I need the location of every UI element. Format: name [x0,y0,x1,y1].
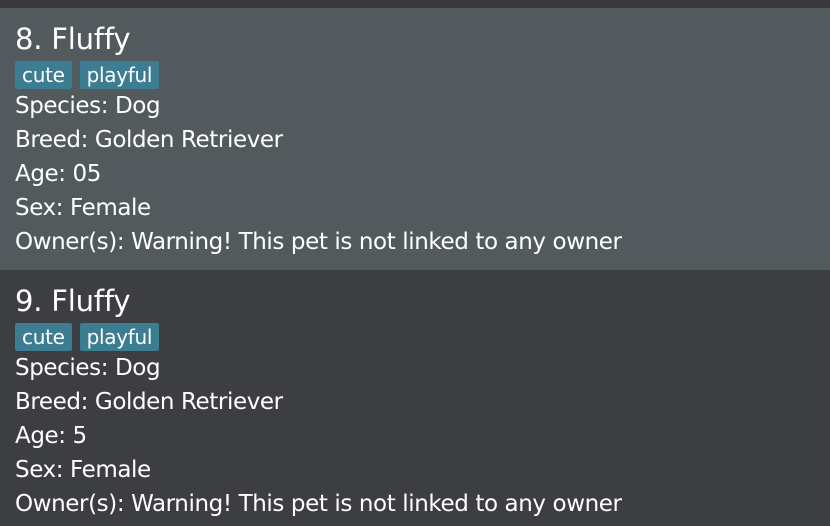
pet-owners: Owner(s): Warning! This pet is not linke… [15,491,622,517]
tag-playful: playful [79,60,160,89]
pet-name: 9. Fluffy [15,284,131,318]
pet-sex: Sex: Female [15,457,151,483]
pet-age: Age: 5 [15,423,87,449]
tag-cute: cute [15,60,72,89]
list-top-edge [0,0,830,8]
tag-cute: cute [15,322,72,351]
pet-card[interactable]: 9. Fluffy cute playful Species: Dog Bree… [0,270,830,526]
pet-sex: Sex: Female [15,195,151,221]
tag-playful: playful [79,322,160,351]
pet-species: Species: Dog [15,355,161,381]
pet-breed: Breed: Golden Retriever [15,127,283,153]
tag-list: cute playful [15,60,830,89]
pet-card-selected[interactable]: 8. Fluffy cute playful Species: Dog Bree… [0,8,830,270]
pet-age: Age: 05 [15,161,102,187]
pet-species: Species: Dog [15,93,161,119]
tag-list: cute playful [15,322,830,351]
pet-owners: Owner(s): Warning! This pet is not linke… [15,229,622,255]
pet-details: Species: Dog Breed: Golden Retriever Age… [15,89,830,259]
pet-name: 8. Fluffy [15,22,131,56]
pet-breed: Breed: Golden Retriever [15,389,283,415]
pet-details: Species: Dog Breed: Golden Retriever Age… [15,351,830,521]
